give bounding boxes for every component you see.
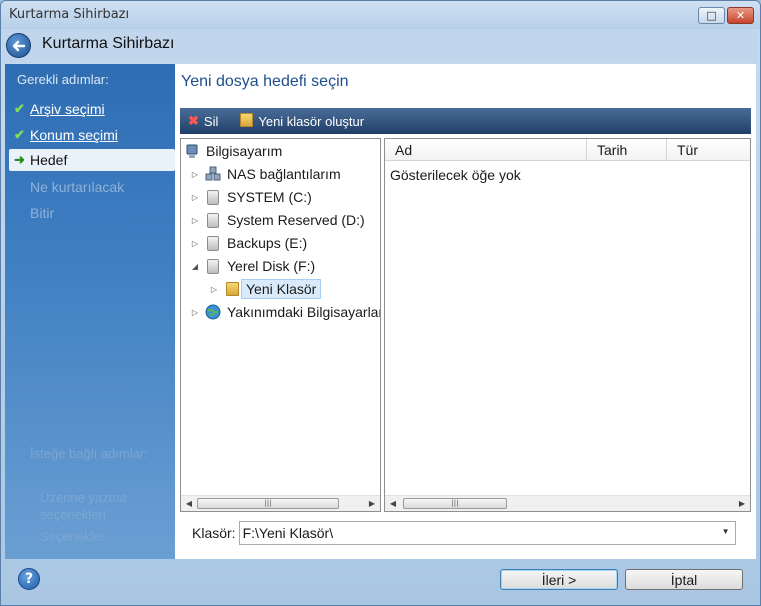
wizard-header: Kurtarma Sihirbazı <box>2 29 759 63</box>
step-destination[interactable]: ➜ Hedef <box>9 149 175 171</box>
destination-toolbar: ✖ Sil Yeni klasör oluştur <box>180 108 751 134</box>
step-finish: Bitir <box>9 202 175 224</box>
empty-list-message: Gösterilecek öğe yok <box>390 167 521 183</box>
computer-icon <box>184 143 200 159</box>
expand-icon[interactable]: ▷ <box>190 216 200 225</box>
wizard-title: Kurtarma Sihirbazı <box>42 35 175 52</box>
restore-icon: □ <box>706 9 717 22</box>
scroll-thumb[interactable]: ||| <box>403 498 507 509</box>
new-folder-label: Yeni klasör oluştur <box>258 113 365 129</box>
drive-icon <box>205 212 221 228</box>
window-title: Kurtarma Sihirbazı <box>9 7 130 22</box>
scroll-left-icon[interactable]: ◀ <box>385 499 401 508</box>
new-folder-icon <box>240 112 254 130</box>
expand-icon[interactable]: ▷ <box>190 170 200 179</box>
required-steps-heading: Gerekli adımlar: <box>17 72 109 87</box>
tree-item-label: Yakınımdaki Bilgisayarlar <box>227 304 381 320</box>
expand-icon[interactable]: ▷ <box>190 239 200 248</box>
tree-item-label: Bilgisayarım <box>206 143 283 159</box>
step-overwrite-options: Üzerine yazma seçenekleri <box>40 490 127 522</box>
folder-path-combobox[interactable]: F:\Yeni Klasör\ ▼ <box>238 521 736 545</box>
tree-item-label: Yeni Klasör <box>241 279 322 299</box>
tree-item-system-reserved-d[interactable]: ▷ System Reserved (D:) <box>190 209 365 231</box>
step-label: Ne kurtarılacak <box>30 179 125 195</box>
list-header: Ad Tarih Tür <box>385 139 750 161</box>
next-button-label: İleri > <box>541 571 577 588</box>
restore-button[interactable]: □ <box>698 7 725 24</box>
delete-button[interactable]: ✖ Sil <box>188 113 218 129</box>
column-name[interactable]: Ad <box>385 139 587 161</box>
scroll-right-icon[interactable]: ▶ <box>364 499 380 508</box>
checkmark-icon: ✔ <box>14 101 25 116</box>
delete-label: Sil <box>203 113 219 129</box>
expand-icon[interactable]: ▷ <box>190 308 200 317</box>
tree-item-label: SYSTEM (C:) <box>227 189 312 205</box>
expand-icon[interactable]: ▷ <box>190 193 200 202</box>
column-type[interactable]: Tür <box>667 139 750 161</box>
recovery-wizard-window: Kurtarma Sihirbazı □ ✕ Kurtarma Sihirbaz… <box>0 0 761 606</box>
scroll-thumb[interactable]: ||| <box>197 498 339 509</box>
help-button[interactable]: ? <box>18 568 40 590</box>
back-button[interactable] <box>6 33 31 58</box>
delete-x-icon: ✖ <box>188 113 199 128</box>
tree-item-label: Backups (E:) <box>227 235 308 251</box>
close-button[interactable]: ✕ <box>727 7 754 24</box>
globe-icon <box>205 304 221 320</box>
tree-item-nas[interactable]: ▷ NAS bağlantılarım <box>190 163 341 185</box>
tree-item-label: System Reserved (D:) <box>227 212 365 228</box>
network-icon <box>205 166 221 182</box>
folder-path-label: Klasör: <box>192 525 236 541</box>
main-content: Yeni dosya hedefi seçin ✖ Sil Yeni klasö… <box>175 64 756 559</box>
steps-sidebar: Gerekli adımlar: ✔ Arşiv seçimi ✔ Konum … <box>5 64 175 559</box>
next-button[interactable]: İleri > <box>500 569 618 590</box>
folder-path-row: Klasör: F:\Yeni Klasör\ ▼ <box>192 521 736 545</box>
collapse-icon[interactable]: ◢ <box>190 262 200 271</box>
scroll-left-icon[interactable]: ◀ <box>181 499 197 508</box>
tree-item-backups-e[interactable]: ▷ Backups (E:) <box>190 232 307 254</box>
arrow-right-icon: ➜ <box>14 152 25 167</box>
drive-icon <box>205 235 221 251</box>
chevron-down-icon[interactable]: ▼ <box>722 527 730 536</box>
step-what-to-recover: Ne kurtarılacak <box>9 176 175 198</box>
cancel-button-label: İptal <box>670 571 698 588</box>
step-location-selection[interactable]: ✔ Konum seçimi <box>9 124 175 146</box>
cancel-button[interactable]: İptal <box>625 569 743 590</box>
checkmark-icon: ✔ <box>14 127 25 142</box>
folder-tree[interactable]: Bilgisayarım ▷ NAS bağlantılarım ▷ SYSTE… <box>180 138 381 512</box>
optional-steps-heading: İsteğe bağlı adımlar: <box>30 446 148 461</box>
tree-item-nearby-computers[interactable]: ▷ Yakınımdaki Bilgisayarlar <box>190 301 381 323</box>
file-list[interactable]: Ad Tarih Tür Gösterilecek öğe yok ◀ ||| … <box>384 138 751 512</box>
drive-icon <box>205 189 221 205</box>
step-label: Arşiv seçimi <box>30 101 105 117</box>
column-date[interactable]: Tarih <box>587 139 667 161</box>
help-icon: ? <box>24 571 34 587</box>
step-label: Bitir <box>30 205 55 221</box>
tree-item-label: Yerel Disk (F:) <box>227 258 316 274</box>
step-label: Konum seçimi <box>30 127 118 143</box>
new-folder-button[interactable]: Yeni klasör oluştur <box>240 112 365 130</box>
tree-item-local-disk-f[interactable]: ◢ Yerel Disk (F:) <box>190 255 315 277</box>
tree-horizontal-scrollbar[interactable]: ◀ ||| ▶ <box>181 495 380 511</box>
list-horizontal-scrollbar[interactable]: ◀ ||| ▶ <box>385 495 750 511</box>
tree-item-system-c[interactable]: ▷ SYSTEM (C:) <box>190 186 312 208</box>
scroll-right-icon[interactable]: ▶ <box>734 499 750 508</box>
step-archive-selection[interactable]: ✔ Arşiv seçimi <box>9 98 175 120</box>
title-bar: Kurtarma Sihirbazı □ ✕ <box>1 1 760 29</box>
step-options: Seçenekler <box>40 529 106 544</box>
folder-path-value: F:\Yeni Klasör\ <box>242 525 334 541</box>
tree-item-new-folder[interactable]: ▷ Yeni Klasör <box>209 278 322 300</box>
back-arrow-icon <box>12 40 25 51</box>
wizard-footer: ? İleri > İptal <box>2 559 759 605</box>
folder-icon <box>224 281 240 297</box>
close-icon: ✕ <box>735 9 746 22</box>
step-label: Hedef <box>30 152 68 168</box>
drive-icon <box>205 258 221 274</box>
page-heading: Yeni dosya hedefi seçin <box>181 73 349 90</box>
tree-item-label: NAS bağlantılarım <box>227 166 341 182</box>
expand-icon[interactable]: ▷ <box>209 285 219 294</box>
tree-item-my-computer[interactable]: Bilgisayarım <box>184 140 282 162</box>
